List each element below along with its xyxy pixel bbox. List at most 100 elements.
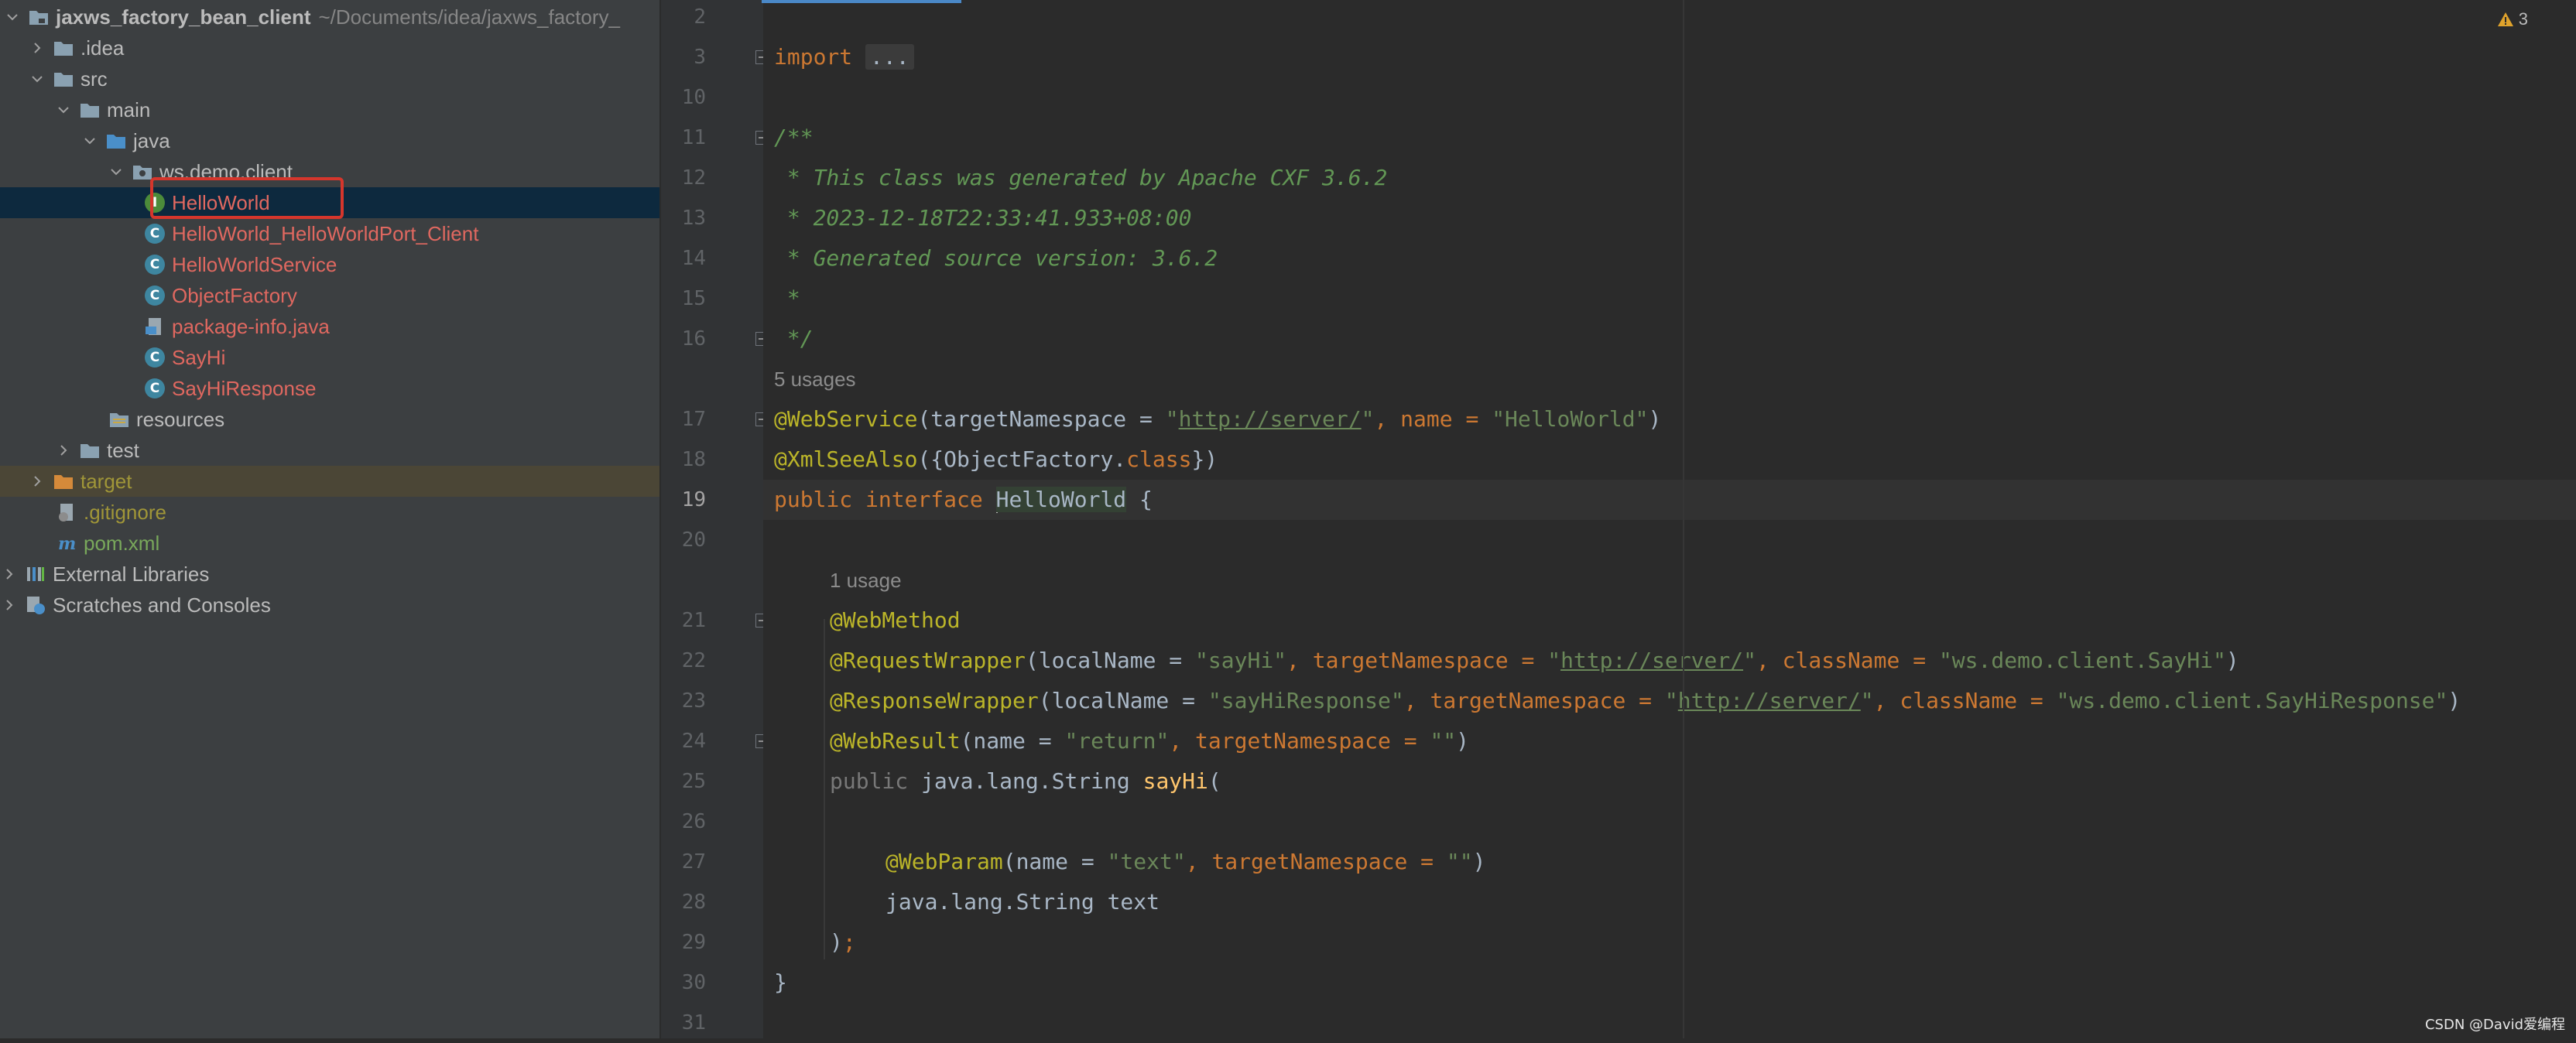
ignore-file-icon (56, 501, 77, 523)
watermark: CSDN @David爱编程 (2424, 1017, 2565, 1033)
tree-item-gitignore[interactable]: .gitignore (0, 497, 659, 528)
line-number: 25 (681, 770, 706, 793)
chevron-right-icon[interactable] (29, 474, 45, 489)
project-name: jaxws_factory_bean_client (56, 5, 311, 29)
folder-icon (53, 68, 74, 90)
line-number: 29 (681, 931, 706, 954)
line-number: 10 (681, 86, 706, 109)
tree-item-pom[interactable]: m pom.xml (0, 528, 659, 559)
chevron-down-icon[interactable] (56, 102, 71, 118)
line-number: 15 (681, 287, 706, 310)
warnings-indicator[interactable]: 3 (2497, 9, 2528, 29)
tree-item-label: HelloWorld_HelloWorldPort_Client (172, 221, 479, 245)
class-icon: C (144, 254, 166, 275)
line-number: 30 (681, 971, 706, 994)
tree-item-java[interactable]: java (0, 125, 659, 156)
line-number: 26 (681, 810, 706, 833)
chevron-right-icon[interactable] (2, 597, 17, 613)
line-number: 13 (681, 207, 706, 230)
module-folder-icon (28, 6, 50, 28)
tree-item-resources[interactable]: resources (0, 404, 659, 435)
tree-item-scratches[interactable]: Scratches and Consoles (0, 590, 659, 621)
code-line-27: @WebParam(name = "text", targetNamespace… (886, 849, 1486, 874)
tree-item-external-libraries[interactable]: External Libraries (0, 559, 659, 590)
tree-item-client[interactable]: C HelloWorld_HelloWorldPort_Client (0, 218, 659, 249)
folded-imports[interactable]: ... (865, 44, 914, 70)
code-line-25: public java.lang.String sayHi( (830, 768, 1221, 794)
indent-guide (824, 619, 825, 959)
tree-item-label: SayHiResponse (172, 376, 317, 400)
scratches-icon (25, 594, 46, 616)
usages-hint[interactable]: 5 usages (774, 359, 856, 399)
code-line-29: ); (830, 929, 856, 955)
source-folder-icon (105, 130, 127, 152)
line-number: 24 (681, 730, 706, 753)
tree-item-label: .idea (80, 36, 125, 60)
svg-text:m: m (58, 534, 76, 554)
chevron-down-icon[interactable] (82, 133, 98, 149)
line-number: 18 (681, 448, 706, 471)
warning-icon (2497, 12, 2513, 26)
folder-icon (53, 37, 74, 59)
java-file-icon (144, 316, 166, 337)
tree-item-helloworldservice[interactable]: C HelloWorldService (0, 249, 659, 280)
tree-item-main[interactable]: main (0, 94, 659, 125)
tree-item-label: ObjectFactory (172, 283, 297, 307)
tree-item-label: java (133, 128, 170, 152)
highlight-box (150, 177, 344, 219)
chevron-down-icon[interactable] (108, 164, 124, 180)
code-line-24: @WebResult(name = "return", targetNamesp… (830, 728, 1470, 754)
tree-item-sayhiresponse[interactable]: C SayHiResponse (0, 373, 659, 404)
tree-item-src[interactable]: src (0, 63, 659, 94)
code-editor[interactable]: import ... /** * This class was generate… (763, 0, 2576, 1038)
line-number: 28 (681, 891, 706, 914)
tree-item-label: External Libraries (53, 562, 210, 586)
tree-item-label: main (107, 97, 151, 121)
chevron-right-icon[interactable] (29, 40, 45, 56)
class-icon: C (144, 378, 166, 399)
tree-item-target[interactable]: target (0, 466, 659, 497)
tree-item-label: resources (136, 407, 225, 431)
code-line-19: public interface HelloWorld { (763, 480, 2576, 520)
tree-item-project-root[interactable]: jaxws_factory_bean_client ~/Documents/id… (0, 2, 659, 32)
class-icon: C (144, 223, 166, 245)
url-link[interactable]: http://server/ (1560, 648, 1743, 673)
line-number: 19 (681, 488, 706, 511)
resources-folder-icon (108, 409, 130, 430)
right-margin-guide (1683, 0, 1684, 1038)
code-line-21: @WebMethod (830, 607, 961, 633)
url-link[interactable]: http://server/ (1678, 688, 1861, 713)
code-line-15: * (774, 286, 800, 311)
tree-item-idea[interactable]: .idea (0, 32, 659, 63)
line-number: 21 (681, 609, 706, 632)
code-line-3: import ... (774, 37, 914, 77)
maven-icon: m (56, 532, 77, 554)
tree-item-label: Scratches and Consoles (53, 593, 271, 617)
class-icon: C (144, 285, 166, 306)
tree-item-test[interactable]: test (0, 435, 659, 466)
code-line-17: @WebService(targetNamespace = "http://se… (774, 406, 1662, 432)
line-number: 11 (681, 126, 706, 149)
tree-item-sayhi[interactable]: C SayHi (0, 342, 659, 373)
code-line-16: */ (774, 326, 814, 351)
tree-item-label: target (80, 469, 132, 493)
tree-item-package-info[interactable]: package-info.java (0, 311, 659, 342)
line-number: 31 (681, 1011, 706, 1034)
chevron-right-icon[interactable] (56, 443, 71, 458)
tree-item-label: HelloWorldService (172, 252, 337, 276)
project-tree-panel: jaxws_factory_bean_client ~/Documents/id… (0, 0, 659, 1038)
chevron-down-icon[interactable] (5, 9, 20, 25)
chevron-right-icon[interactable] (2, 566, 17, 582)
usages-hint[interactable]: 1 usage (830, 560, 902, 600)
excluded-folder-icon (53, 470, 74, 492)
tree-item-objectfactory[interactable]: C ObjectFactory (0, 280, 659, 311)
folder-icon (79, 439, 101, 461)
tree-item-label: pom.xml (84, 531, 160, 555)
libraries-icon (25, 563, 46, 585)
code-line-11: /** (774, 125, 814, 150)
class-icon: C (144, 347, 166, 368)
chevron-down-icon[interactable] (29, 71, 45, 87)
url-link[interactable]: http://server/ (1179, 406, 1362, 432)
line-number: 17 (681, 408, 706, 431)
line-number: 20 (681, 528, 706, 552)
